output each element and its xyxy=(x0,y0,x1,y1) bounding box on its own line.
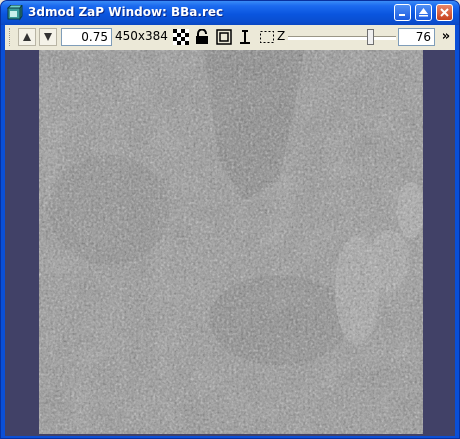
insert-point-icon[interactable] xyxy=(237,29,253,45)
close-button[interactable] xyxy=(436,4,453,21)
close-icon xyxy=(440,8,449,17)
3dmod-app-icon xyxy=(7,5,23,21)
window-client: 0.75 450x384 Z 76 » xyxy=(5,25,455,436)
zap-window: 3dmod ZaP Window: BBa.rec 0.75 450x384 Z… xyxy=(0,0,460,439)
zoom-up-button[interactable] xyxy=(18,28,36,46)
z-label: Z xyxy=(277,29,286,43)
lock-icon[interactable] xyxy=(194,29,210,45)
arrow-down-icon xyxy=(44,33,52,41)
arrow-up-icon xyxy=(23,33,31,41)
z-input[interactable]: 76 xyxy=(398,28,435,46)
minimize-icon xyxy=(399,14,405,16)
zap-toolbar: 0.75 450x384 Z 76 » xyxy=(5,25,455,49)
toolbar-more-button[interactable]: » xyxy=(439,28,453,46)
title-bar[interactable]: 3dmod ZaP Window: BBa.rec xyxy=(1,1,459,25)
rubberband-icon[interactable] xyxy=(259,29,275,45)
z-slider-thumb[interactable] xyxy=(367,29,374,45)
interpolation-checker-icon[interactable] xyxy=(173,29,189,45)
center-box-icon[interactable] xyxy=(216,29,232,45)
maximize-button[interactable] xyxy=(415,4,432,21)
toolbar-grip[interactable] xyxy=(9,28,13,46)
z-slider-track[interactable] xyxy=(288,36,396,40)
zap-viewport[interactable] xyxy=(5,50,455,436)
zoom-input[interactable]: 0.75 xyxy=(61,28,112,46)
maximize-icon xyxy=(419,8,428,17)
tomogram-slice-image[interactable] xyxy=(39,50,423,434)
window-title: 3dmod ZaP Window: BBa.rec xyxy=(28,5,224,19)
minimize-button[interactable] xyxy=(394,4,411,21)
zoom-down-button[interactable] xyxy=(39,28,57,46)
image-size-label: 450x384 xyxy=(115,29,168,43)
